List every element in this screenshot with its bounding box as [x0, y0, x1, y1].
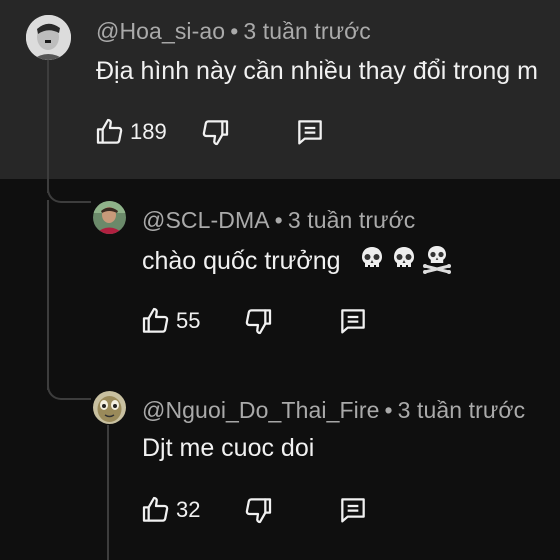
comment-actions: 55: [140, 301, 370, 341]
thumbs-up-icon: [140, 494, 172, 526]
reply-icon: [336, 305, 370, 337]
skull-emoji: [357, 244, 387, 281]
comment-actions: 189: [94, 112, 327, 152]
avatar[interactable]: [26, 15, 71, 60]
reply-button[interactable]: [293, 116, 327, 148]
meta-separator: •: [384, 397, 393, 423]
meta-separator: •: [274, 207, 283, 233]
comment-top-level: @Hoa_si-ao • 3 tuần trước Địa hình này cần…: [0, 0, 560, 179]
comment-meta: @Hoa_si-ao • 3 tuần trước: [96, 18, 371, 45]
reply-button[interactable]: [336, 305, 370, 337]
skull-crossbones-emoji: [421, 244, 453, 281]
dislike-button[interactable]: [199, 116, 231, 148]
thumbs-down-icon: [242, 494, 274, 526]
dislike-button[interactable]: [242, 494, 274, 526]
like-count: 55: [176, 308, 201, 333]
thumbs-down-icon: [242, 305, 274, 337]
comment-meta: @SCL-DMA • 3 tuần trước: [142, 207, 415, 234]
comment-meta: @Nguoi_Do_Thai_Fire • 3 tuần trước: [142, 397, 525, 424]
like-button[interactable]: 189: [94, 116, 167, 148]
comment-text: Địa hình này cần nhiều thay đổi trong m: [96, 57, 538, 85]
like-button[interactable]: 55: [140, 305, 200, 337]
dislike-button[interactable]: [242, 305, 274, 337]
comment-timestamp[interactable]: 3 tuần trước: [243, 18, 371, 44]
like-count: 32: [176, 497, 201, 522]
comment-timestamp[interactable]: 3 tuần trước: [288, 207, 416, 233]
thumbs-down-icon: [199, 116, 231, 148]
meta-separator: •: [230, 18, 239, 44]
skull-emoji: [389, 244, 419, 281]
reply-button[interactable]: [336, 494, 370, 526]
comment-reply: @SCL-DMA•3 tuần trước chào quốc trưởng: [0, 179, 560, 369]
comment-timestamp[interactable]: 3 tuần trước: [398, 397, 526, 423]
author-handle[interactable]: @Nguoi_Do_Thai_Fire: [142, 397, 379, 423]
author-handle[interactable]: @SCL-DMA: [142, 207, 270, 233]
comment-actions: 32: [140, 490, 370, 530]
reply-icon: [336, 494, 370, 526]
avatar[interactable]: [93, 201, 126, 234]
author-handle[interactable]: @Hoa_si-ao: [96, 18, 225, 44]
like-button[interactable]: 32: [140, 494, 200, 526]
comment-text-content: chào quốc trưởng: [142, 247, 341, 276]
comment-reply: @Nguoi_Do_Thai_Fire • 3 tuần trước Djt me …: [0, 369, 560, 560]
like-count: 189: [130, 119, 167, 144]
reply-icon: [293, 116, 327, 148]
comment-thread: @Hoa_si-ao • 3 tuần trước Địa hình này cần…: [0, 0, 560, 560]
comment-text: chào quốc trưởng: [142, 244, 453, 281]
comment-text: Djt me cuoc doi: [142, 434, 315, 462]
thumbs-up-icon: [140, 305, 172, 337]
thumbs-up-icon: [94, 116, 126, 148]
avatar[interactable]: [93, 391, 126, 424]
